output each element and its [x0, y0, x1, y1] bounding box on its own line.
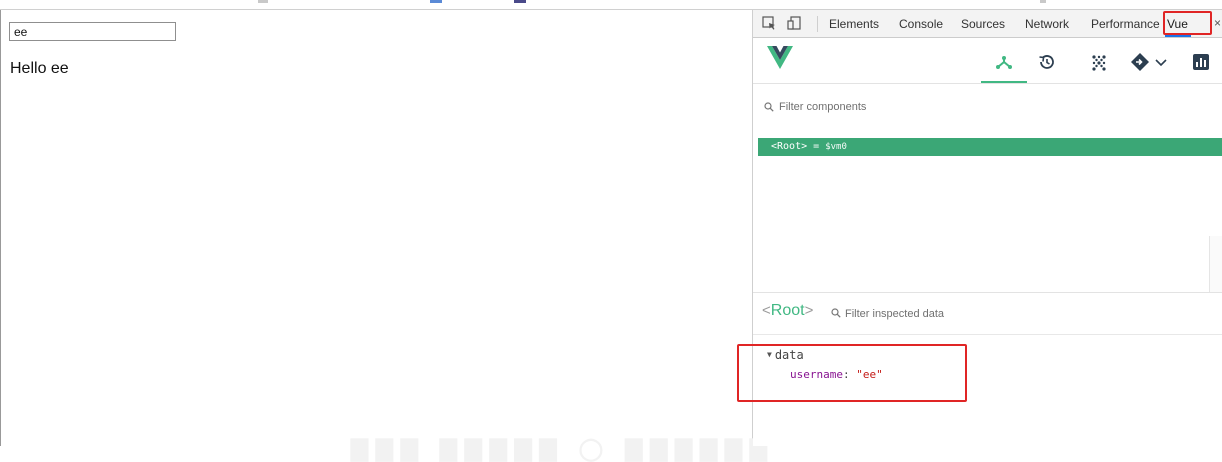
data-section-toggle[interactable]: ▼ data — [767, 348, 804, 362]
component-tree: <Root> = $vm0 — [753, 132, 1222, 292]
expand-triangle-icon: ▼ — [767, 350, 772, 359]
component-name-open-bracket: < — [762, 302, 771, 319]
tab-elements[interactable]: Elements — [829, 17, 879, 31]
tab-network[interactable]: Network — [1025, 17, 1069, 31]
page-viewport: Hello ee ▇▇▇ ▇▇▇▇▇ ◯ ▇▇▇▇▇▇ — [0, 10, 767, 461]
property-value[interactable]: "ee" — [856, 368, 883, 381]
close-icon[interactable]: × — [1214, 16, 1221, 30]
tab-performance[interactable]: Performance — [1091, 17, 1160, 31]
property-key: username — [790, 368, 843, 381]
component-name-text: Root — [770, 302, 805, 319]
active-tab-indicator — [1165, 35, 1191, 37]
top-strip-fragment — [258, 0, 268, 3]
tab-console[interactable]: Console — [899, 17, 943, 31]
vue-logo-icon — [767, 46, 793, 69]
devtools-panel: Elements Console Sources Network Perform… — [737, 10, 1222, 446]
inspected-component-name: <Root> — [762, 302, 813, 320]
component-inspector: <Root> ▼data username: "ee" — [737, 292, 1222, 446]
components-filter-row — [753, 84, 1222, 132]
filter-components-input[interactable] — [779, 97, 1079, 117]
history-icon[interactable] — [1037, 52, 1057, 72]
vue-toolbar — [753, 38, 1222, 84]
browser-top-strip — [0, 0, 1222, 10]
root-component-separator: = — [807, 141, 826, 152]
toolbar-separator — [817, 16, 818, 32]
performance-icon[interactable] — [1191, 52, 1211, 72]
property-colon: : — [842, 368, 857, 381]
top-strip-fragment — [430, 0, 442, 3]
search-icon — [831, 308, 841, 318]
device-toggle-icon[interactable] — [787, 16, 801, 30]
tab-sources[interactable]: Sources — [961, 17, 1005, 31]
data-property-row[interactable]: username: "ee" — [790, 368, 883, 381]
annotation-highlight-vue-tab — [1163, 11, 1212, 35]
username-input[interactable] — [9, 22, 176, 41]
vue-active-tab-indicator — [981, 81, 1027, 83]
greeting-text: Hello ee — [10, 60, 69, 77]
vuex-icon[interactable] — [1089, 52, 1109, 72]
root-component-vm-ref: $vm0 — [825, 142, 847, 152]
devtools-tabbar: Elements Console Sources Network Perform… — [753, 10, 1222, 38]
chevron-down-icon[interactable] — [1151, 52, 1171, 72]
top-strip-fragment — [514, 0, 526, 3]
inspect-element-icon[interactable] — [762, 16, 776, 30]
components-tree-icon[interactable] — [994, 52, 1014, 72]
root-component-label: <Root> — [771, 141, 808, 152]
component-name-close-bracket: > — [804, 302, 814, 319]
data-section-label: data — [774, 348, 804, 362]
search-icon — [764, 102, 774, 112]
data-section: ▼ data username: "ee" — [737, 335, 1222, 445]
inspector-header: <Root> — [753, 293, 1222, 335]
top-strip-fragment — [1040, 0, 1046, 3]
filter-inspected-data-input[interactable] — [845, 304, 1045, 324]
events-icon[interactable] — [1130, 52, 1150, 72]
root-component-row[interactable]: <Root> = $vm0 — [758, 138, 1222, 156]
